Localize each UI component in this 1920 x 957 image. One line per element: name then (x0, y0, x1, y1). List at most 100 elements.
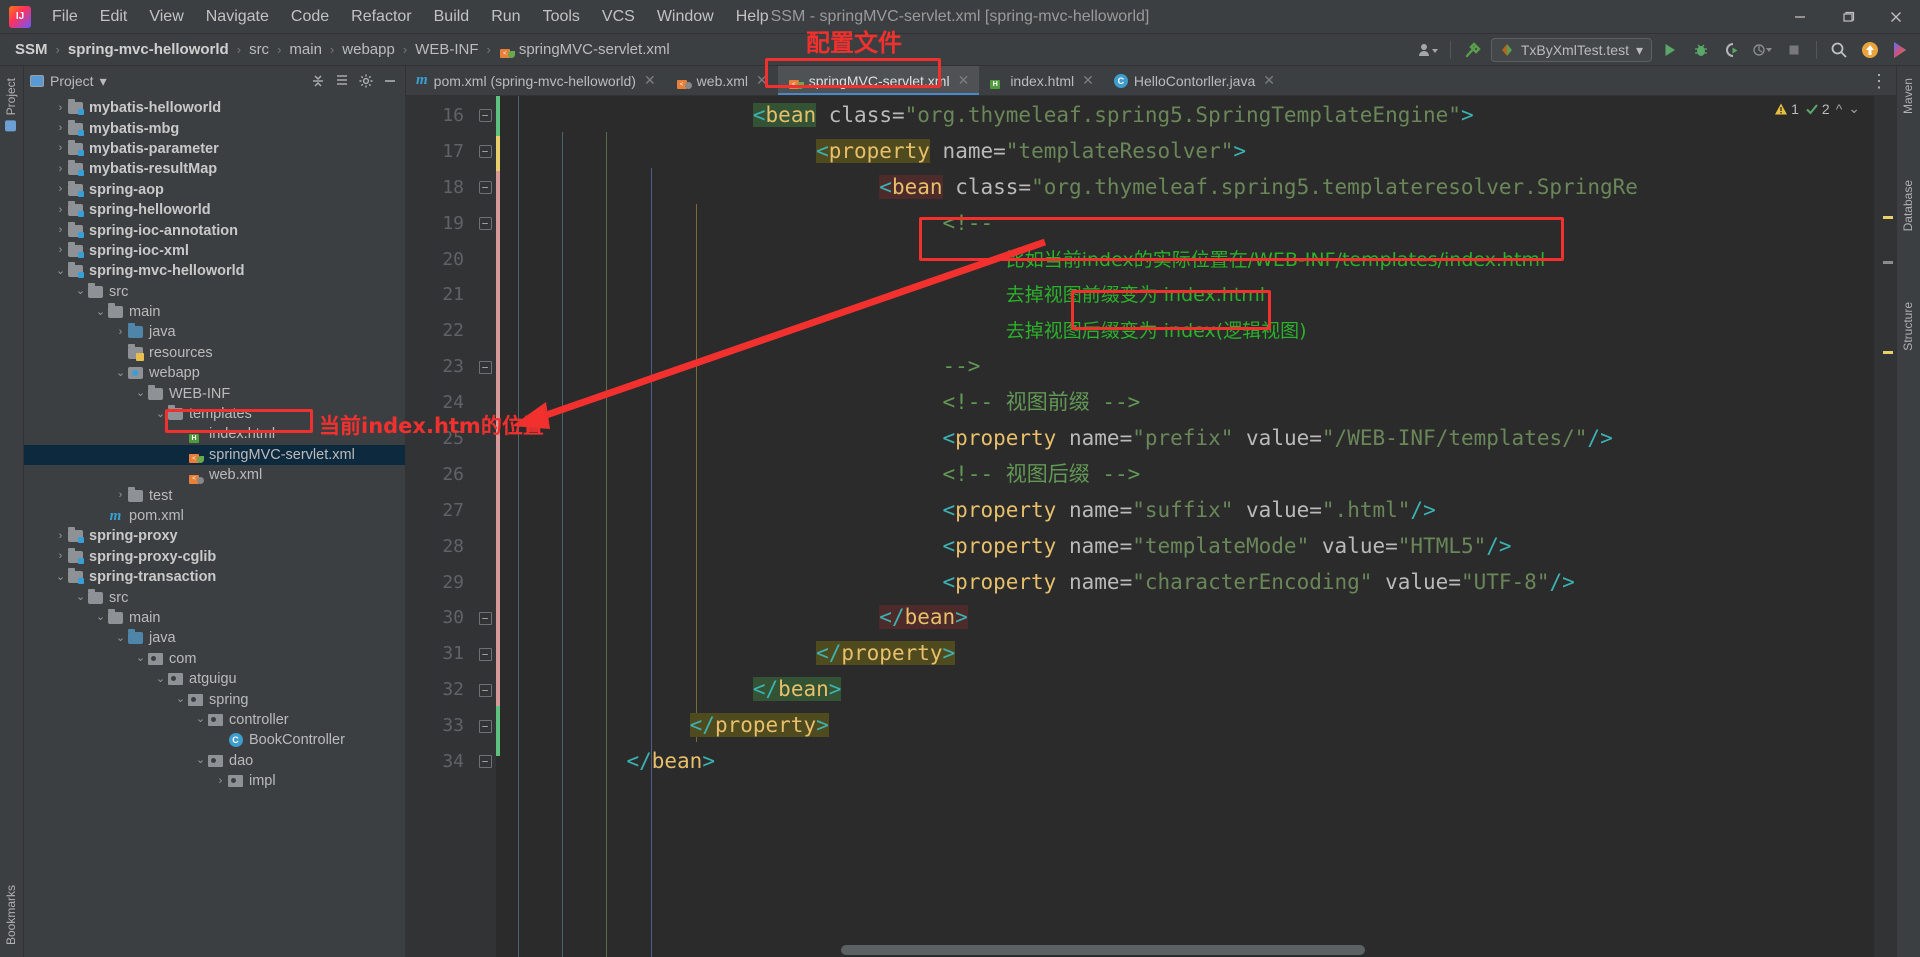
tree-node-spring-helloworld[interactable]: › spring-helloworld (24, 200, 405, 220)
tool-window-button-bookmarks[interactable]: Bookmarks (0, 881, 23, 949)
tool-window-button-database[interactable]: Database (1896, 176, 1920, 235)
code-line-16[interactable]: <bean class="org.thymeleaf.spring5.Sprin… (500, 98, 1874, 134)
breadcrumb-item-0[interactable]: SSM (12, 40, 51, 59)
menu-item-help[interactable]: Help (725, 4, 780, 30)
scrollbar-thumb[interactable] (840, 945, 1365, 955)
tree-node-dao[interactable]: ⌄ dao (24, 751, 405, 771)
code-line-34[interactable]: </bean> (500, 744, 1874, 780)
tree-node-main[interactable]: ⌄ main (24, 302, 405, 322)
tree-node-com[interactable]: ⌄ com (24, 649, 405, 669)
tree-node-atguigu[interactable]: ⌄ atguigu (24, 669, 405, 689)
debug-icon[interactable] (1688, 37, 1714, 63)
chevron-down-icon[interactable]: ⌄ (54, 571, 67, 583)
code-line-33[interactable]: </property> (500, 708, 1874, 744)
code-line-29[interactable]: <property name="characterEncoding" value… (500, 565, 1874, 601)
warning-count-badge[interactable]: 1 (1774, 101, 1799, 117)
close-tab-icon[interactable]: ✕ (1082, 72, 1094, 89)
run-configuration-selector[interactable]: TxByXmlTest.test ▾ (1490, 38, 1652, 62)
fold-end-icon[interactable]: − (478, 611, 492, 625)
fold-region-18[interactable]: − (474, 170, 496, 206)
fold-end-icon[interactable]: − (478, 719, 492, 733)
tool-window-button-structure[interactable]: Structure (1896, 298, 1920, 355)
chevron-down-icon[interactable]: ⌄ (114, 632, 127, 644)
tree-node-java[interactable]: ⌄ java (24, 628, 405, 648)
code-line-23[interactable]: --> (500, 349, 1874, 385)
chevron-down-icon[interactable]: ⌄ (154, 408, 167, 420)
menu-item-navigate[interactable]: Navigate (195, 4, 280, 30)
line-number-24[interactable]: 24 (406, 385, 474, 421)
chevron-right-icon[interactable]: › (54, 123, 67, 134)
line-number-23[interactable]: 23 (406, 349, 474, 385)
tree-node-spring-proxy[interactable]: › spring-proxy (24, 526, 405, 546)
tree-node-pom-xml[interactable]: m pom.xml (24, 506, 405, 526)
editor-tab-index-html[interactable]: Hindex.html ✕ (979, 66, 1104, 95)
tree-node-templates[interactable]: ⌄ templates (24, 404, 405, 424)
code-line-25[interactable]: <property name="prefix" value="/WEB-INF/… (500, 421, 1874, 457)
breadcrumb-item-6[interactable]: < springMVC-servlet.xml (496, 40, 673, 59)
fold-region-19[interactable]: − (474, 206, 496, 242)
tree-node-spring-aop[interactable]: › spring-aop (24, 180, 405, 200)
fold-region-27[interactable] (474, 493, 496, 529)
line-number-34[interactable]: 34 (406, 744, 474, 780)
info-marker[interactable] (1883, 261, 1893, 264)
chevron-down-icon[interactable]: ⌄ (74, 286, 87, 297)
breadcrumb-item-5[interactable]: WEB-INF (412, 40, 481, 59)
breadcrumb-item-2[interactable]: src (246, 40, 272, 59)
project-tree[interactable]: › mybatis-helloworld › mybatis-mbg › mybatis-… (24, 96, 405, 957)
tree-node-bookcontroller[interactable]: C BookController (24, 730, 405, 750)
editor-tab-options[interactable]: ⋮ (1866, 66, 1892, 96)
chevron-right-icon[interactable]: › (54, 163, 67, 175)
line-number-16[interactable]: 16 (406, 98, 474, 134)
chevron-down-icon[interactable]: ⌄ (194, 755, 207, 766)
stop-icon[interactable] (1781, 37, 1807, 63)
expand-all-icon[interactable] (307, 70, 329, 92)
editor-tab-pom-xml-spring-mvc-helloworld-[interactable]: m pom.xml (spring-mvc-helloworld) ✕ (406, 66, 666, 95)
project-panel-title[interactable]: Project ▾ (30, 73, 107, 90)
fold-region-34[interactable]: − (474, 744, 496, 780)
chevron-down-icon[interactable]: ⌄ (54, 265, 67, 277)
line-number-17[interactable]: 17 (406, 134, 474, 170)
chevron-right-icon[interactable]: › (54, 551, 67, 562)
fold-collapse-icon[interactable]: − (478, 145, 492, 159)
breadcrumb-item-1[interactable]: spring-mvc-helloworld (65, 40, 232, 59)
fold-region-31[interactable]: − (474, 636, 496, 672)
fold-region-28[interactable] (474, 529, 496, 565)
chevron-up-icon[interactable]: ^ (1836, 101, 1843, 117)
user-account-icon[interactable] (1415, 37, 1441, 63)
ide-assistant-icon[interactable] (1888, 37, 1914, 63)
chevron-down-icon[interactable]: ⌄ (154, 673, 167, 685)
warning-marker[interactable] (1883, 216, 1893, 219)
menu-item-vcs[interactable]: VCS (591, 4, 646, 30)
search-everywhere-icon[interactable] (1826, 37, 1852, 63)
fold-region-20[interactable] (474, 242, 496, 278)
chevron-right-icon[interactable]: › (54, 245, 67, 256)
code-line-20[interactable]: 比如当前index的实际位置在/WEB-INF/templates/index.… (500, 242, 1874, 278)
weak-warning-count-badge[interactable]: 2 (1805, 101, 1830, 117)
code-line-31[interactable]: </property> (500, 636, 1874, 672)
editor-marker-strip[interactable] (1874, 96, 1896, 957)
menu-item-refactor[interactable]: Refactor (340, 4, 422, 30)
chevron-down-icon[interactable]: ▾ (1636, 42, 1643, 59)
line-number-27[interactable]: 27 (406, 493, 474, 529)
tree-node-web-inf[interactable]: ⌄ WEB-INF (24, 383, 405, 403)
gear-icon[interactable] (355, 70, 377, 92)
collapse-all-icon[interactable] (331, 70, 353, 92)
tree-node-test[interactable]: › test (24, 485, 405, 505)
fold-region-26[interactable] (474, 457, 496, 493)
line-number-18[interactable]: 18 (406, 170, 474, 206)
tree-node-springmvc-servlet-xml[interactable]: < springMVC-servlet.xml (24, 444, 405, 466)
tree-node-src[interactable]: ⌄ src (24, 282, 405, 302)
fold-end-icon[interactable]: − (478, 647, 492, 661)
menu-item-edit[interactable]: Edit (89, 4, 139, 30)
code-content[interactable]: <bean class="org.thymeleaf.spring5.Sprin… (500, 96, 1874, 780)
minimize-button[interactable] (1776, 0, 1824, 34)
menu-item-build[interactable]: Build (423, 4, 481, 30)
tree-node-java[interactable]: › java (24, 322, 405, 342)
fold-region-17[interactable]: − (474, 134, 496, 170)
tree-node-src[interactable]: ⌄ src (24, 587, 405, 607)
chevron-right-icon[interactable]: › (54, 204, 67, 216)
tree-node-mybatis-helloworld[interactable]: › mybatis-helloworld (24, 98, 405, 118)
code-line-17[interactable]: <property name="templateResolver"> (500, 134, 1874, 170)
fold-region-22[interactable] (474, 313, 496, 349)
tree-node-resources[interactable]: resources (24, 343, 405, 363)
